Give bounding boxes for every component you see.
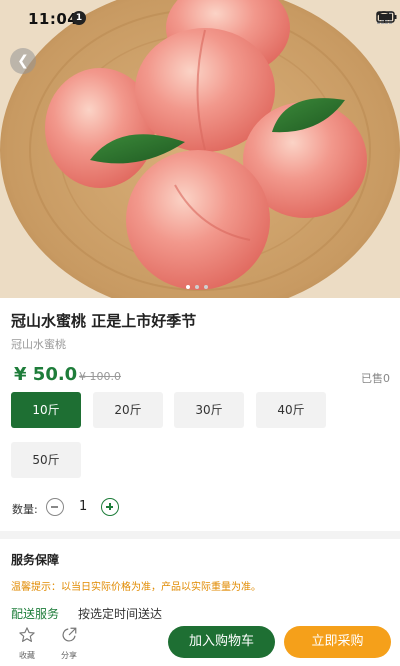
carousel-dot[interactable] [195,285,199,289]
service-title: 服务保障 [11,553,60,567]
status-time: 11:04 [28,10,79,28]
quantity-value: 1 [79,499,88,514]
share-button[interactable]: 分享 [54,626,84,661]
favorite-label: 收藏 [19,651,35,660]
spec-option-30[interactable]: 30斤 [174,392,244,428]
quantity-label: 数量: [12,503,38,516]
product-photo [0,0,400,298]
battery-icon [376,11,397,23]
share-label: 分享 [61,651,77,660]
product-image-carousel[interactable]: 11:04 1 ❮ [0,0,400,298]
chevron-left-icon: ❮ [17,53,29,69]
status-bar: 11:04 1 [0,0,400,36]
back-button[interactable]: ❮ [10,48,36,74]
notification-badge: 1 [72,11,86,25]
service-tip: 温馨提示：以当日实际价格为准，产品以实际重量为准。 [11,582,261,593]
product-subtitle: 冠山水蜜桃 [11,338,66,351]
spec-option-10[interactable]: 10斤 [11,392,81,428]
original-price: ¥ 100.0 [79,370,121,383]
product-title: 冠山水蜜桃 正是上市好季节 [11,312,197,330]
carousel-dot[interactable] [204,285,208,289]
spec-option-40[interactable]: 40斤 [256,392,326,428]
sold-count: 已售0 [361,372,390,385]
product-price: ¥ 50.0 [14,364,78,385]
quantity-decrease-button[interactable] [46,498,64,516]
carousel-indicator [186,285,208,289]
quantity-increase-button[interactable] [101,498,119,516]
favorite-button[interactable]: 收藏 [12,626,42,661]
add-to-cart-button[interactable]: 加入购物车 [168,626,275,658]
section-divider [0,531,400,539]
spec-option-50[interactable]: 50斤 [11,442,81,478]
spec-option-20[interactable]: 20斤 [93,392,163,428]
buy-now-button[interactable]: 立即采购 [284,626,391,658]
share-icon [62,627,77,642]
star-icon [19,627,35,642]
carousel-dot[interactable] [186,285,190,289]
